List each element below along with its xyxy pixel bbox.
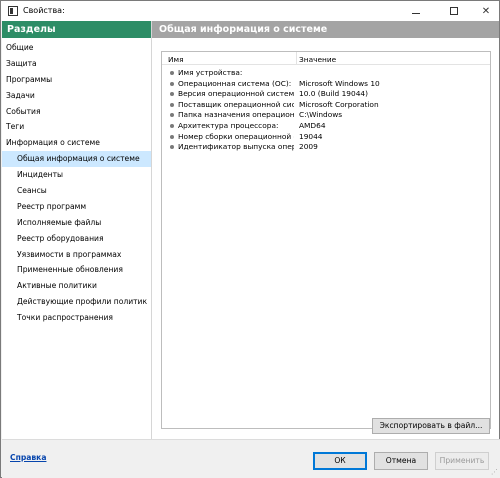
bullet-icon	[170, 113, 174, 118]
table-row[interactable]: Операционная система (ОС): Microsoft Wind…	[162, 79, 490, 90]
maximize-icon	[450, 7, 458, 15]
table-header: Имя Значение	[162, 52, 490, 65]
app-icon	[8, 6, 18, 16]
property-value: Microsoft Corporation	[299, 99, 379, 109]
minimize-button[interactable]	[404, 1, 428, 21]
property-value: 2009	[299, 142, 318, 152]
bullet-icon	[170, 81, 174, 86]
property-name: Папка назначения операционной системы:	[178, 110, 294, 120]
sidebar-item[interactable]: Реестр программ	[2, 199, 151, 215]
property-value: 19044	[299, 131, 323, 141]
minimize-icon	[412, 12, 420, 14]
main-panel: Общая информация о системе Имя Значение …	[152, 21, 499, 439]
property-name: Архитектура процессора:	[178, 121, 279, 130]
close-button[interactable]: ✕	[474, 1, 498, 21]
window-title: Свойства:	[23, 6, 65, 15]
help-link[interactable]: Справка	[10, 453, 46, 462]
property-value: 10.0 (Build 19044)	[299, 89, 368, 99]
sidebar-item[interactable]: Общие	[2, 40, 151, 56]
sidebar-header: Разделы	[2, 21, 151, 38]
property-value: C:\Windows	[299, 110, 343, 120]
property-name: Номер сборки операционной системы:	[178, 131, 294, 141]
sidebar-item[interactable]: Программы	[2, 72, 151, 88]
property-value: Microsoft Windows 10	[299, 78, 380, 88]
table-row[interactable]: Поставщик операционной системы: Microsoft…	[162, 100, 490, 111]
maximize-button[interactable]	[442, 1, 466, 21]
sidebar-item[interactable]: Защита	[2, 56, 151, 72]
dialog-footer: Справка ОК Отмена Применить ⋰	[2, 439, 500, 478]
bullet-icon	[170, 124, 174, 128]
column-header-name[interactable]: Имя	[168, 55, 184, 64]
property-value: AMD64	[299, 121, 326, 130]
table-row[interactable]: Номер сборки операционной системы: 19044	[162, 132, 490, 143]
sidebar-item[interactable]: Задачи	[2, 88, 151, 104]
table-row[interactable]: Архитектура процессора: AMD64	[162, 121, 490, 132]
sidebar-item[interactable]: Исполняемые файлы	[2, 215, 151, 231]
resize-grip-icon[interactable]: ⋰	[490, 468, 498, 476]
property-name: Операционная система (ОС):	[178, 78, 292, 88]
sidebar-item[interactable]: Уязвимости в программах	[2, 247, 151, 263]
sidebar-item[interactable]: Общая информация о системе	[2, 151, 151, 168]
property-name: Версия операционной системы:	[178, 89, 294, 99]
properties-window: Свойства: ✕ Разделы Общие Защита Программы…	[0, 0, 500, 478]
bullet-icon	[170, 102, 174, 107]
property-name: Поставщик операционной системы:	[178, 99, 294, 109]
table-row[interactable]: Имя устройства:	[162, 68, 490, 79]
property-name: Идентификатор выпуска операционной систе…	[178, 142, 294, 152]
sidebar-item[interactable]: Примененные обновления	[2, 262, 151, 278]
bullet-icon	[170, 134, 174, 139]
sidebar-item[interactable]: События	[2, 104, 151, 120]
bullet-icon	[170, 92, 174, 97]
export-to-file-button[interactable]: Экспортировать в файл...	[372, 418, 490, 434]
table-row[interactable]: Идентификатор выпуска операционной систе…	[162, 142, 490, 153]
ok-button[interactable]: ОК	[313, 452, 367, 470]
sidebar-item[interactable]: Информация о системе	[2, 135, 151, 151]
title-bar[interactable]: Свойства: ✕	[1, 1, 499, 21]
sidebar-item[interactable]: Теги	[2, 119, 151, 135]
sidebar-item[interactable]: Реестр оборудования	[2, 231, 151, 247]
bullet-icon	[170, 145, 174, 150]
table-row[interactable]: Версия операционной системы: 10.0 (Build …	[162, 89, 490, 100]
bullet-icon	[170, 71, 174, 75]
properties-table: Имя Значение Имя устройства: Операционная…	[161, 51, 491, 429]
apply-button[interactable]: Применить	[435, 452, 489, 470]
sidebar-item[interactable]: Инциденты	[2, 167, 151, 183]
column-header-value[interactable]: Значение	[299, 55, 336, 64]
sidebar-item[interactable]: Точки распространения	[2, 310, 151, 326]
sidebar-item[interactable]: Активные политики	[2, 278, 151, 294]
sidebar-item[interactable]: Действующие профили политик	[2, 294, 151, 310]
sections-list: Общие Защита Программы Задачи События Теги Инф…	[2, 38, 151, 326]
cancel-button[interactable]: Отмена	[374, 452, 428, 470]
sections-sidebar: Разделы Общие Защита Программы Задачи Событи…	[2, 21, 152, 439]
property-name: Имя устройства:	[178, 68, 243, 77]
column-divider[interactable]	[296, 52, 297, 65]
sidebar-item[interactable]: Сеансы	[2, 183, 151, 199]
section-title: Общая информация о системе	[152, 21, 499, 38]
table-row[interactable]: Папка назначения операционной системы: C:…	[162, 110, 490, 121]
